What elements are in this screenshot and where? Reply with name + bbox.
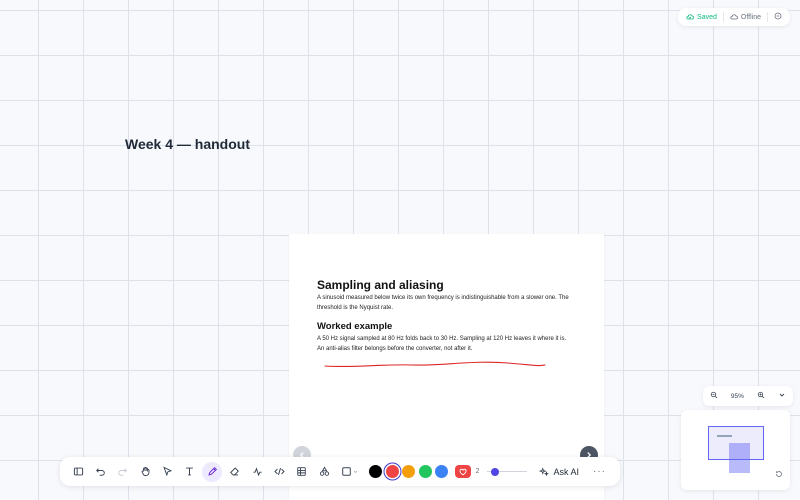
pen-icon	[208, 467, 217, 476]
minimap-page-mark	[729, 443, 750, 473]
saved-status: Saved	[686, 13, 717, 21]
shapes-icon	[319, 466, 329, 476]
divider	[722, 12, 724, 22]
zoom-out-button[interactable]	[710, 391, 718, 401]
color-swatch[interactable]	[435, 465, 449, 478]
custom-color-button[interactable]	[454, 465, 471, 478]
cloud-off-icon	[730, 14, 738, 20]
rotate-icon	[776, 471, 782, 477]
minimap[interactable]	[681, 410, 790, 490]
reset-view-button[interactable]	[775, 465, 783, 483]
stroke-width-value: 2	[475, 468, 480, 475]
select-tool-button[interactable]	[158, 462, 178, 482]
rectangle-tool-button[interactable]	[337, 462, 363, 482]
zoom-level[interactable]: 95%	[731, 393, 744, 400]
example-paragraph: A 50 Hz signal sampled at 80 Hz folds ba…	[317, 336, 567, 342]
color-swatch[interactable]	[385, 465, 399, 478]
stroke-width-slider[interactable]	[487, 467, 528, 477]
page-subheading: Worked example	[317, 321, 393, 332]
more-options-button[interactable]: ···	[593, 466, 606, 477]
ink-stroke[interactable]	[323, 358, 548, 370]
note-paragraph: An anti-alias filter belongs before the …	[317, 346, 473, 352]
chevron-down-icon	[353, 470, 358, 474]
text-tool-button[interactable]	[180, 462, 200, 482]
line-tool-button[interactable]	[247, 462, 267, 482]
redo-icon	[118, 468, 128, 476]
sidebar-icon	[73, 467, 83, 476]
polyline-icon	[253, 467, 262, 477]
sync-status: Saved Offline	[678, 8, 790, 26]
color-swatches	[369, 465, 452, 478]
ask-ai-label: Ask AI	[553, 466, 579, 477]
zoom-out-icon	[710, 391, 717, 399]
collapse-minimap-button[interactable]	[778, 391, 786, 401]
offline-toggle[interactable]: Offline	[730, 13, 761, 21]
undo-icon	[95, 468, 105, 476]
drawing-toolbar: 2 Ask AI ···	[60, 457, 620, 486]
square-icon	[342, 467, 351, 476]
eraser-icon	[230, 467, 240, 476]
eraser-tool-button[interactable]	[225, 462, 245, 482]
hand-icon	[141, 466, 150, 477]
undo-button[interactable]	[90, 462, 110, 482]
ask-ai-button[interactable]: Ask AI	[539, 467, 579, 477]
color-swatch[interactable]	[418, 465, 432, 478]
intro-paragraph: A sinusoid measured below twice its own …	[317, 295, 569, 311]
sidebar-toggle-button[interactable]	[68, 462, 88, 482]
cursor-icon	[163, 466, 173, 477]
slider-thumb[interactable]	[490, 467, 499, 476]
heart-icon	[459, 468, 467, 475]
sparkles-icon	[539, 466, 550, 476]
redo-button[interactable]	[113, 462, 133, 482]
zoom-in-button[interactable]	[757, 391, 765, 401]
offline-label: Offline	[740, 13, 761, 21]
saved-label: Saved	[697, 13, 717, 21]
pen-tool-button[interactable]	[202, 461, 223, 482]
minimap-title-mark	[717, 435, 732, 437]
page-heading: Sampling and aliasing	[317, 278, 444, 292]
divider	[767, 12, 768, 22]
text-icon	[186, 467, 194, 476]
canvas-title[interactable]: Week 4 — handout	[125, 136, 250, 152]
shapes-tool-button[interactable]	[314, 462, 334, 482]
color-swatch[interactable]	[402, 465, 416, 478]
color-swatch[interactable]	[369, 465, 383, 478]
circle-minus-icon	[774, 12, 782, 20]
hand-tool-button[interactable]	[135, 462, 155, 482]
table-tool-button[interactable]	[292, 462, 312, 482]
zoom-control: 95%	[703, 386, 793, 406]
options-button[interactable]	[774, 12, 782, 22]
table-icon	[297, 467, 307, 476]
chevron-down-icon	[780, 393, 785, 397]
code-block-button[interactable]	[270, 462, 290, 482]
cloud-check-icon	[686, 14, 694, 20]
code-icon	[274, 467, 285, 476]
zoom-in-icon	[757, 391, 765, 399]
